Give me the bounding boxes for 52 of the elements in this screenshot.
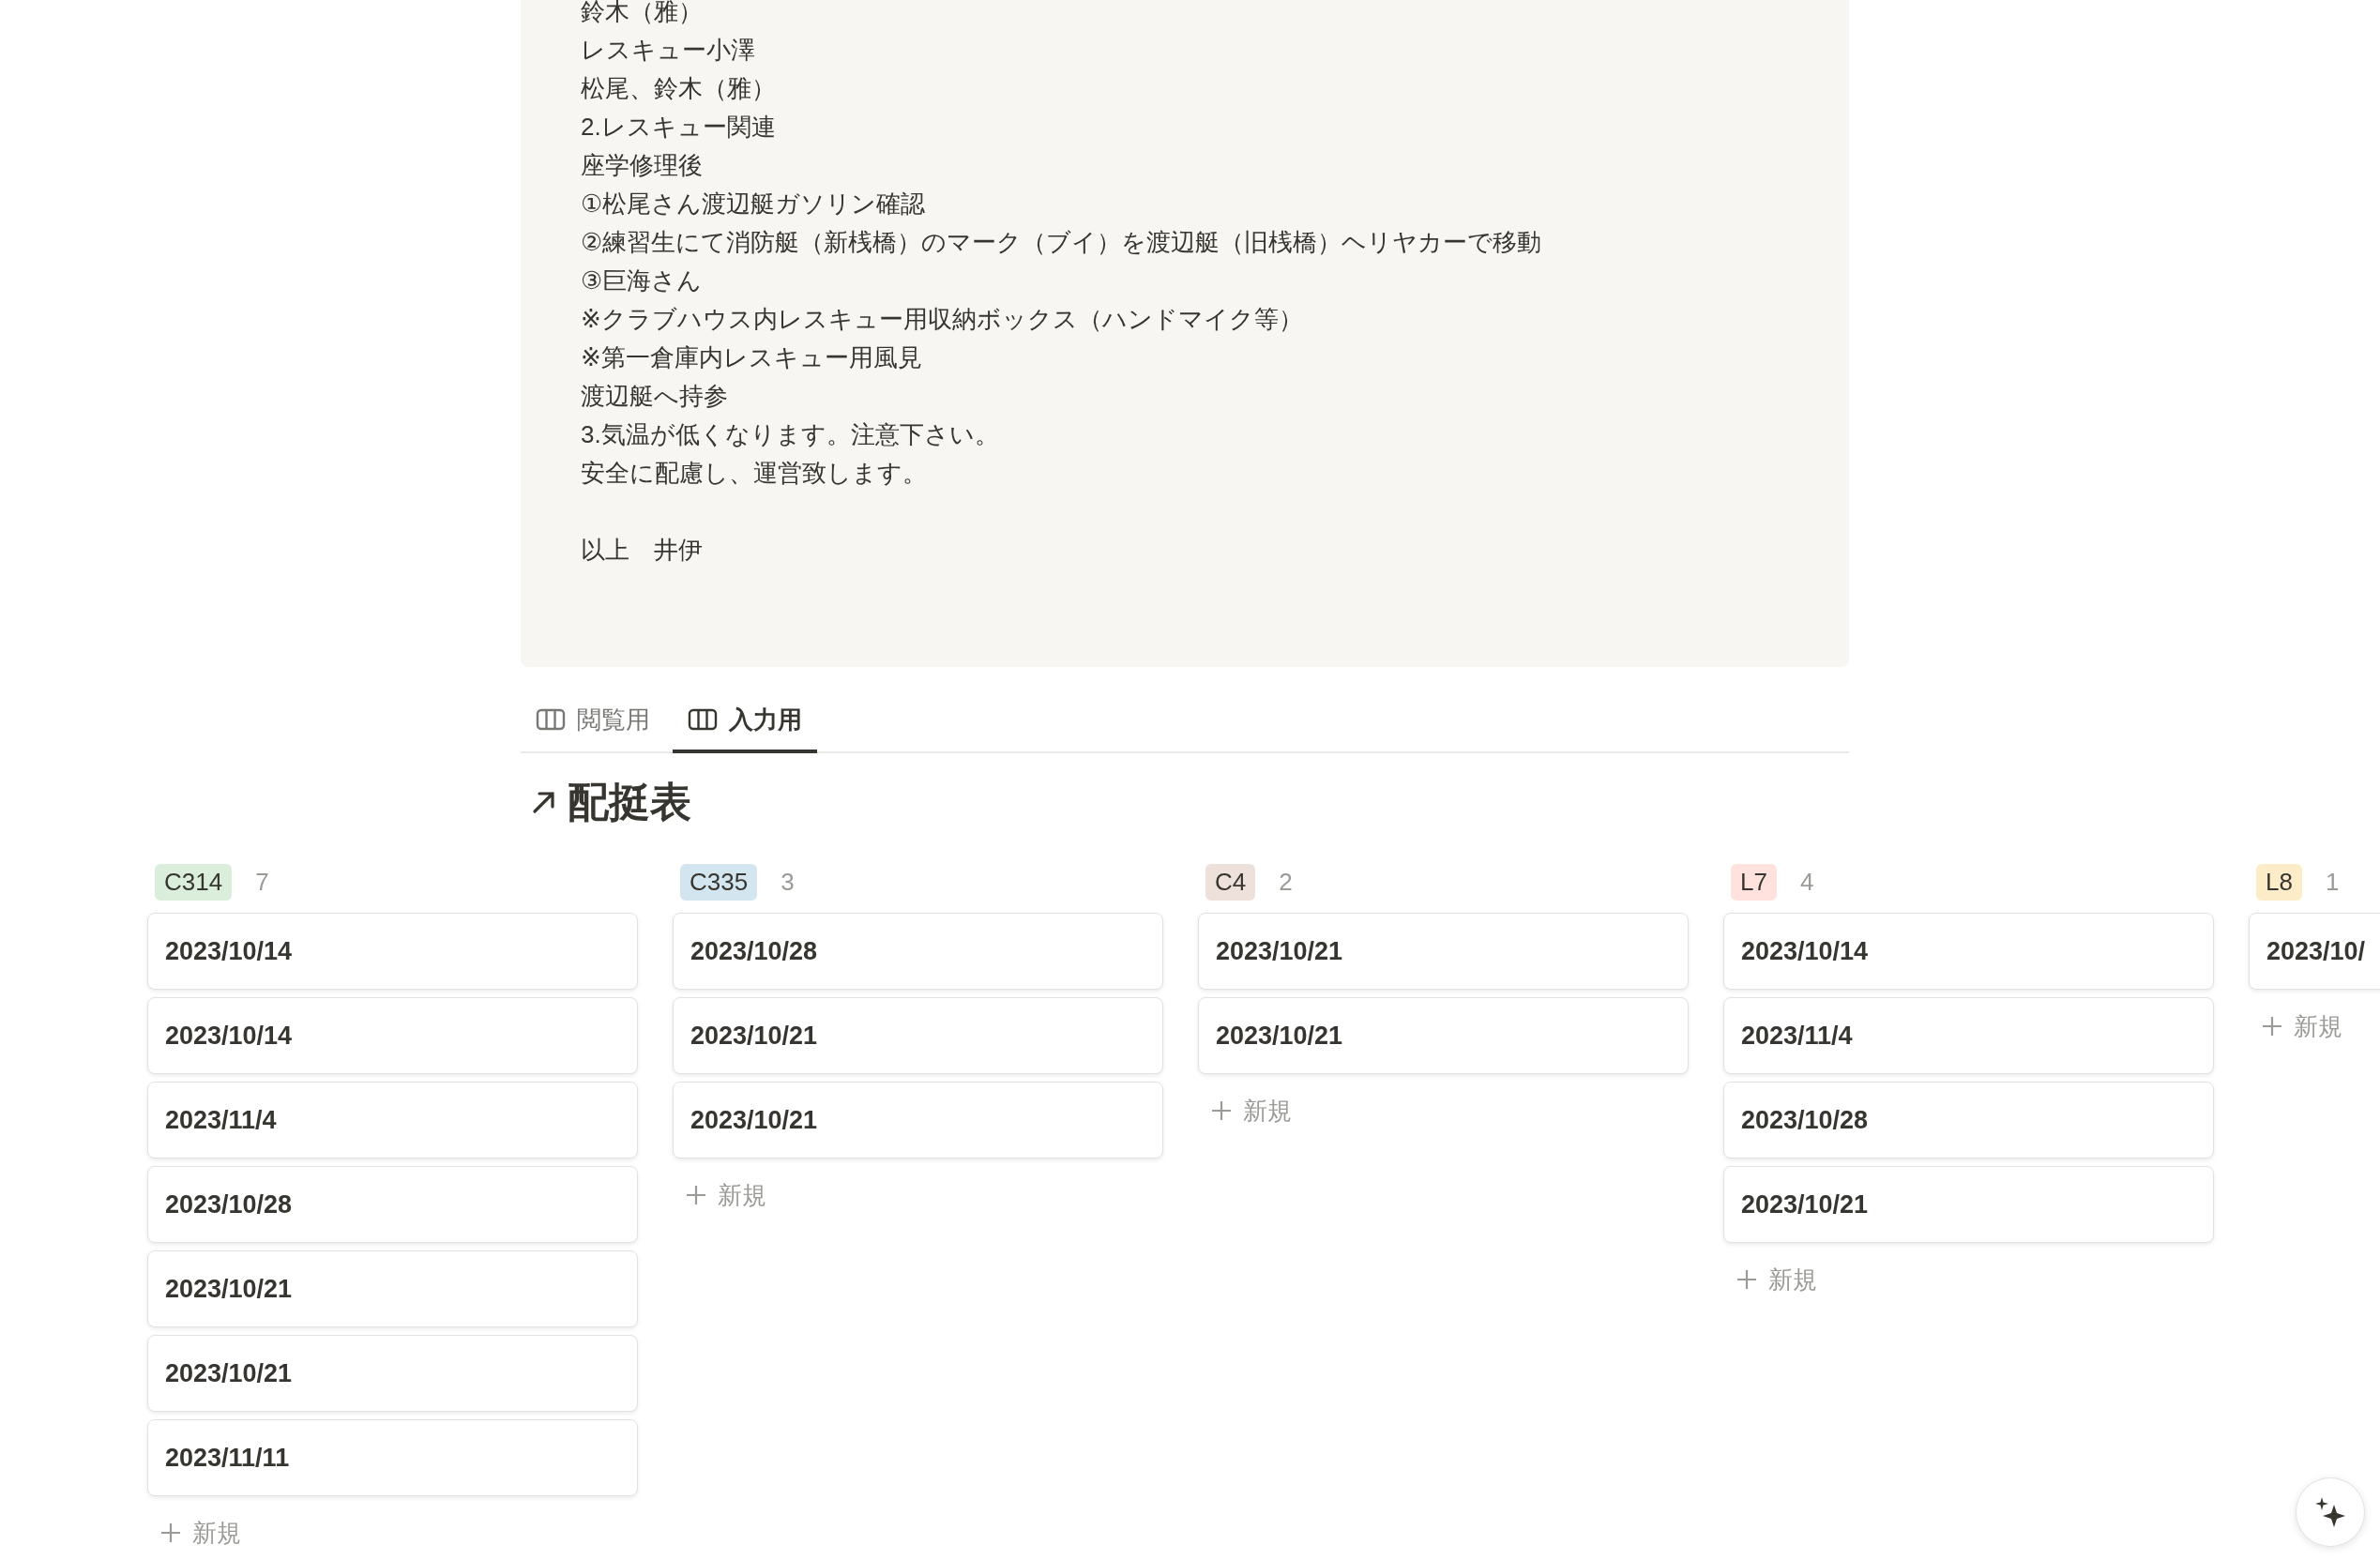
board-card[interactable]: 2023/10/21: [673, 1082, 1163, 1159]
group-tag: C335: [680, 863, 758, 901]
plus-icon: [1736, 1269, 1757, 1290]
board-card[interactable]: 2023/11/4: [1723, 997, 2214, 1074]
board-card[interactable]: 2023/10/14: [1723, 913, 2214, 990]
plus-icon: [2262, 1016, 2282, 1037]
board-card[interactable]: 2023/10/21: [673, 997, 1163, 1074]
board-card[interactable]: 2023/10/28: [673, 913, 1163, 990]
note-line: ②練習生にて消防艇（新桟橋）のマーク（ブイ）を渡辺艇（旧桟橋）ヘリヤカーで移動: [581, 227, 1542, 258]
plus-icon: [1211, 1100, 1232, 1121]
note-line: ①松尾さん渡辺艇ガソリン確認: [581, 189, 926, 220]
board-view-icon: [536, 707, 566, 732]
board-card[interactable]: 2023/10/21: [1198, 913, 1689, 990]
group-tag: L8: [2256, 863, 2302, 901]
note-line: ※クラブハウス内レスキュー用収納ボックス（ハンドマイク等）: [581, 304, 1303, 335]
board-card[interactable]: 2023/10/28: [1723, 1082, 2214, 1159]
note-line: 鈴木（雅）: [581, 0, 703, 27]
ai-assistant-button[interactable]: [2296, 1477, 2365, 1547]
board-card[interactable]: 2023/11/4: [147, 1082, 638, 1159]
group-count: 1: [2325, 867, 2340, 897]
board-card[interactable]: 2023/10/21: [147, 1250, 638, 1327]
note-line: 以上 井伊: [581, 535, 703, 566]
board-card[interactable]: 2023/10/28: [147, 1166, 638, 1243]
board-card[interactable]: 2023/10/14: [147, 913, 638, 990]
note-line: 座学修理後: [581, 150, 703, 181]
note-line: ③巨海さん: [581, 265, 703, 296]
note-line: 渡辺艇へ持参: [581, 381, 728, 412]
board-view-icon: [688, 707, 718, 732]
note-line: 松尾、鈴木（雅）: [581, 73, 776, 104]
note-line: 2.レスキュー関連: [581, 112, 776, 143]
plus-icon: [160, 1522, 181, 1543]
note-line: 安全に配慮し、運営致します。: [581, 458, 927, 489]
note-line: ※第一倉庫内レスキュー用風見: [581, 342, 922, 373]
view-tab[interactable]: 閲覧用: [521, 689, 665, 753]
view-tab[interactable]: 入力用: [673, 689, 817, 753]
group-tag: C314: [155, 863, 233, 901]
group-count: 2: [1279, 867, 1293, 897]
group-count: 4: [1799, 867, 1814, 897]
board-card[interactable]: 2023/10/14: [147, 997, 638, 1074]
board-card[interactable]: 2023/10/: [2249, 913, 2380, 990]
group-tag: C4: [1205, 863, 1256, 901]
database-title[interactable]: 配挺表: [568, 774, 691, 830]
note-line: レスキュー小澤: [581, 35, 755, 66]
plus-icon: [686, 1185, 706, 1205]
board-card[interactable]: 2023/10/21: [147, 1335, 638, 1412]
group-count: 3: [781, 867, 795, 897]
group-tag: L7: [1731, 863, 1777, 901]
note-line: 3.気温が低くなります。注意下さい。: [581, 419, 999, 450]
board-card[interactable]: 2023/10/21: [1198, 997, 1689, 1074]
board-card[interactable]: 2023/11/11: [147, 1419, 638, 1496]
group-count: 7: [255, 867, 269, 897]
board-card[interactable]: 2023/10/21: [1723, 1166, 2214, 1243]
